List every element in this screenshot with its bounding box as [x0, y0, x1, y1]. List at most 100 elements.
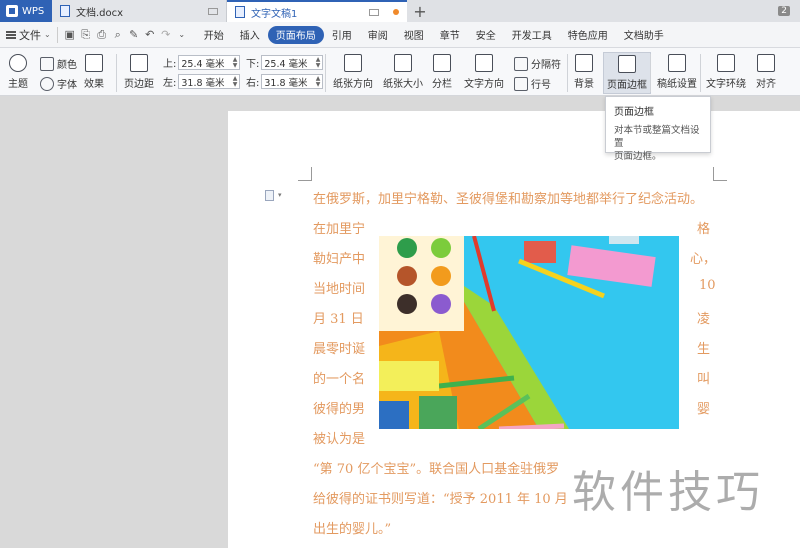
bottom-margin-field[interactable]: 下: 25.4 毫米 ▲ ▼ [246, 55, 324, 70]
separator-button[interactable]: 分隔符 [514, 56, 561, 71]
ribbon-divider [567, 54, 568, 92]
document-line[interactable]: 出生的婴儿。” [313, 518, 391, 537]
embedded-photo[interactable] [379, 236, 679, 429]
save-icon[interactable]: ▣ [62, 27, 78, 43]
spinner-icon[interactable]: ▲ ▼ [233, 56, 240, 69]
menu-features[interactable]: 特色应用 [560, 26, 616, 44]
page-border-button[interactable]: 页面边框 [603, 52, 651, 94]
export-icon[interactable]: ⎘ [78, 27, 94, 43]
wps-home-tab[interactable]: WPS [0, 0, 52, 22]
theme-button[interactable]: 主题 [8, 54, 28, 90]
menu-insert[interactable]: 插入 [232, 26, 268, 44]
document-line[interactable]: 格 [697, 218, 710, 237]
document-line[interactable]: 生 [697, 338, 710, 357]
columns-button[interactable]: 分栏 [432, 54, 452, 90]
document-line[interactable]: 在俄罗斯，加里宁格勒、圣彼得堡和勘察加等地都举行了纪念活动。 [313, 188, 703, 207]
document-line[interactable]: 晨零时诞 [313, 338, 365, 357]
document-line[interactable]: 婴 [697, 398, 710, 417]
top-margin-input[interactable]: 25.4 毫米 ▲ ▼ [178, 55, 241, 70]
right-margin-field[interactable]: 右: 31.8 毫米 ▲ ▼ [246, 74, 324, 89]
draft-settings-button[interactable]: 稿纸设置 [657, 54, 697, 90]
document-tab-2[interactable]: 文字文稿1 [227, 0, 407, 22]
palette-icon [9, 54, 27, 72]
menu-page-layout[interactable]: 页面布局 [267, 25, 324, 44]
font-button[interactable]: 字体 [40, 76, 77, 91]
document-line[interactable]: “第 70 亿个宝宝”。联合国人口基金驻俄罗 [313, 458, 559, 477]
chevron-down-icon: ⌄ [44, 30, 51, 39]
menu-start[interactable]: 开始 [196, 26, 232, 44]
document-line[interactable]: 叫 [697, 368, 710, 387]
page-border-tooltip: 页面边框 对本节或整篇文档设置 页面边框。 [605, 96, 711, 162]
document-line[interactable]: 彼得的男 [313, 398, 365, 417]
print-icon[interactable]: ⎙ [94, 27, 110, 43]
document-line[interactable]: 10 [699, 278, 716, 293]
align-button[interactable]: 对齐 [756, 54, 776, 90]
document-line[interactable]: 心， [690, 248, 716, 267]
paper-size-icon [394, 54, 412, 72]
menu-view[interactable]: 视图 [396, 26, 432, 44]
margins-button[interactable]: 页边距 [124, 54, 154, 90]
effect-button[interactable]: 效果 [84, 54, 104, 90]
format-painter-icon[interactable]: ✎ [126, 27, 142, 43]
line-number-label: 行号 [531, 80, 551, 91]
document-line[interactable]: 给彼得的证书则写道：“授予 2011 年 10 月 [313, 488, 568, 507]
spinner-icon[interactable]: ▲ ▼ [316, 56, 323, 69]
right-margin-label: 右: [246, 78, 260, 89]
spinner-icon[interactable]: ▲ ▼ [316, 75, 323, 88]
document-line[interactable]: 被认为是 [313, 428, 365, 447]
left-margin-field[interactable]: 左: 31.8 毫米 ▲ ▼ [163, 74, 241, 89]
undo-icon[interactable]: ↶ [142, 27, 158, 43]
orientation-label: 纸张方向 [333, 79, 373, 90]
top-margin-field[interactable]: 上: 25.4 毫米 ▲ ▼ [163, 55, 241, 70]
menu-developer[interactable]: 开发工具 [504, 26, 560, 44]
right-margin-value: 31.8 毫米 [264, 77, 308, 89]
menu-references[interactable]: 引用 [324, 26, 360, 44]
menu-doc-assistant[interactable]: 文档助手 [616, 26, 672, 44]
color-button[interactable]: 颜色 [40, 56, 77, 71]
menu-review[interactable]: 审阅 [360, 26, 396, 44]
watermark-text: 软件技巧 [572, 467, 764, 518]
paper-size-button[interactable]: 纸张大小 [383, 54, 423, 90]
document-line[interactable]: 月 31 日 [313, 308, 364, 327]
margin-corner-mark [713, 167, 727, 181]
right-margin-input[interactable]: 31.8 毫米 ▲ ▼ [261, 74, 324, 89]
print-preview-icon[interactable]: ⌕ [110, 27, 126, 43]
new-tab-button[interactable]: + [407, 0, 433, 22]
columns-label: 分栏 [432, 79, 452, 90]
document-line[interactable]: 当地时间 [313, 278, 365, 297]
menu-section[interactable]: 章节 [432, 26, 468, 44]
text-direction-label: 文字方向 [464, 79, 504, 90]
document-line[interactable]: 在加里宁 [313, 218, 365, 237]
file-menu-button[interactable]: 文件 ⌄ [6, 26, 58, 43]
text-direction-icon [475, 54, 493, 72]
text-direction-button[interactable]: 文字方向 [464, 54, 504, 90]
document-icon [60, 5, 70, 17]
paragraph-icon[interactable] [265, 190, 274, 201]
document-line[interactable]: 的一个名 [313, 368, 365, 387]
text-wrap-button[interactable]: 文字环绕 [706, 54, 746, 90]
bottom-margin-input[interactable]: 25.4 毫米 ▲ ▼ [261, 55, 324, 70]
document-line[interactable]: 凌 [697, 308, 710, 327]
orientation-button[interactable]: 纸张方向 [333, 54, 373, 90]
spinner-icon[interactable]: ▲ ▼ [233, 75, 240, 88]
effect-label: 效果 [84, 79, 104, 90]
line-number-icon [514, 76, 528, 91]
window-count-badge[interactable]: 2 [778, 6, 790, 16]
line-number-button[interactable]: 行号 [514, 76, 551, 91]
ribbon-divider [116, 54, 117, 92]
orientation-icon [344, 54, 362, 72]
menu-security[interactable]: 安全 [468, 26, 504, 44]
color-grid-icon [40, 56, 54, 71]
ribbon-divider [650, 54, 651, 92]
document-tab-1[interactable]: 文档.docx [52, 0, 227, 22]
left-margin-label: 左: [163, 78, 177, 89]
chevron-down-icon[interactable]: ▾ [278, 191, 282, 199]
redo-icon[interactable]: ↷ [158, 27, 174, 43]
customize-icon[interactable]: ⌄ [174, 27, 190, 43]
left-margin-input[interactable]: 31.8 毫米 ▲ ▼ [178, 74, 241, 89]
paper-size-label: 纸张大小 [383, 79, 423, 90]
columns-icon [433, 54, 451, 72]
monitor-icon [369, 8, 379, 16]
document-line[interactable]: 勒妇产中 [313, 248, 365, 267]
background-button[interactable]: 背景 [574, 54, 594, 90]
